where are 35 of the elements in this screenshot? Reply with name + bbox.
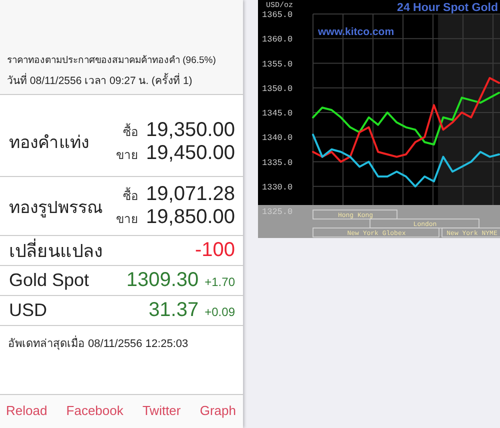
footer-link[interactable]: Twitter bbox=[142, 403, 181, 418]
quote-value: 1309.30 bbox=[126, 269, 199, 292]
date-line: วันที่ 08/11/2556 เวลา 09:27 น. (ครั้งที่ 1) bbox=[7, 72, 194, 89]
axis-label: 1365.0 bbox=[262, 10, 293, 20]
product-name: ทองคำแท่ง bbox=[9, 132, 89, 154]
footer-link[interactable]: Graph bbox=[200, 403, 236, 418]
buy-label: ซื้อ bbox=[122, 122, 138, 140]
quote-value: 31.37 bbox=[148, 299, 199, 322]
buy-price: 19,071.28 bbox=[146, 183, 235, 206]
website-label: www.kitco.com bbox=[318, 26, 394, 38]
quote-change: +1.70 bbox=[204, 275, 235, 289]
update-time: อัพเดทล่าสุดเมื่อ 08/11/2556 12:25:03 bbox=[0, 326, 243, 360]
axis-label: 1330.0 bbox=[262, 182, 293, 192]
sell-label: ขาย bbox=[116, 146, 138, 164]
axis-label: 1345.0 bbox=[262, 108, 293, 118]
footer-link[interactable]: Reload bbox=[6, 403, 48, 418]
change-label: เปลี่ยนแปลง bbox=[9, 236, 103, 265]
product-name: ทองรูปพรรณ bbox=[9, 196, 103, 220]
quote-label: Gold Spot bbox=[9, 270, 90, 291]
change-value: -100 bbox=[194, 239, 235, 262]
sell-label: ขาย bbox=[116, 211, 138, 228]
axis-label: 1355.0 bbox=[262, 59, 293, 70]
chart-title: 24 Hour Spot Gold bbox=[397, 2, 498, 14]
sell-price: 19,850.00 bbox=[146, 206, 235, 229]
sell-price: 19,450.00 bbox=[146, 142, 235, 164]
buy-price: 19,350.00 bbox=[146, 118, 235, 142]
footer-link[interactable]: Facebook bbox=[66, 403, 124, 418]
axis-label: 1340.0 bbox=[262, 133, 293, 144]
quote-label: USD bbox=[9, 300, 48, 321]
axis-label: 1335.0 bbox=[262, 158, 293, 168]
quote-change: +0.09 bbox=[204, 305, 235, 319]
buy-label: ซื้อ bbox=[122, 186, 138, 205]
axis-label: 1350.0 bbox=[262, 84, 293, 94]
axis-label: 1360.0 bbox=[262, 34, 293, 45]
header-title: ราคาทองตามประกาศของสมาคมค้าทองคำ (96.5%) bbox=[7, 54, 217, 67]
